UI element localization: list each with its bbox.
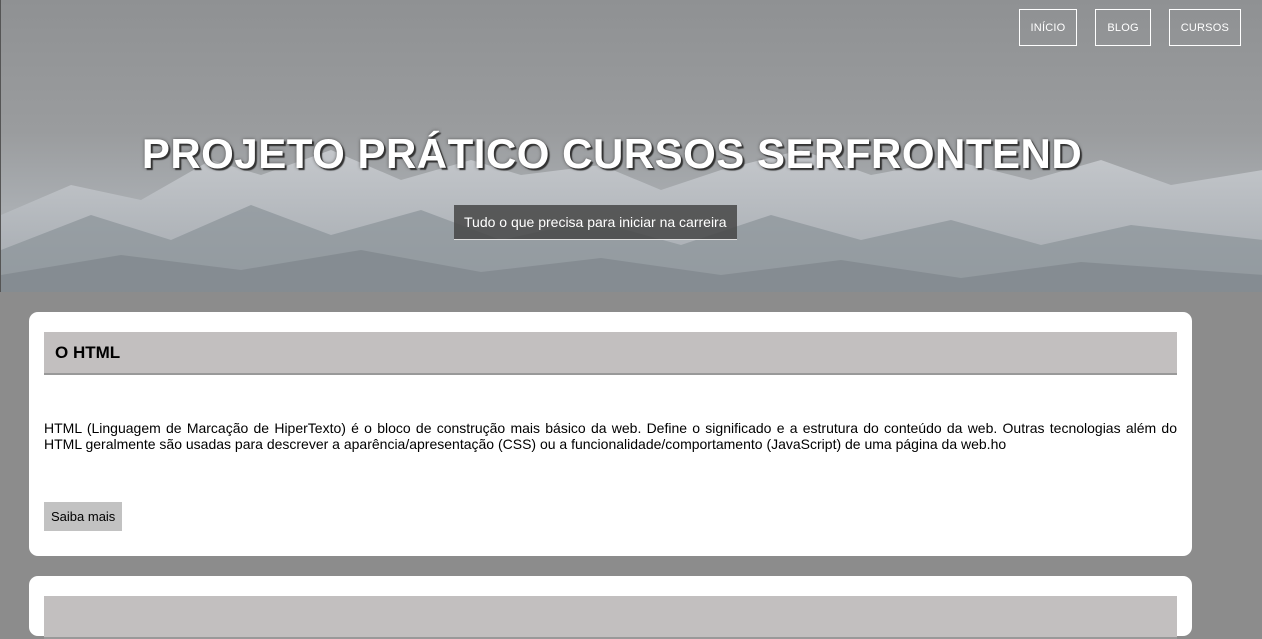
hero-title: PROJETO PRÁTICO CURSOS SERFRONTEND [141, 130, 1083, 177]
card-header: O HTML [44, 332, 1177, 375]
nav-link-cursos[interactable]: CURSOS [1168, 9, 1241, 46]
hero-subtitle: Tudo o que precisa para iniciar na carre… [454, 205, 737, 240]
card-title: O HTML [55, 343, 121, 362]
saiba-mais-button[interactable]: Saiba mais [44, 502, 123, 531]
nav-link-inicio[interactable]: INÍCIO [1018, 9, 1078, 46]
hero-banner: INÍCIO BLOG CURSOS PROJETO PRÁTICO CURSO… [0, 0, 1262, 292]
nav-link-blog[interactable]: BLOG [1095, 9, 1151, 46]
card-next [29, 576, 1192, 639]
card-header [44, 596, 1177, 639]
top-navigation: INÍCIO BLOG CURSOS [1018, 9, 1241, 46]
card-description: HTML (Linguagem de Marcação de HiperText… [44, 420, 1177, 452]
main-content: O HTML HTML (Linguagem de Marcação de Hi… [0, 292, 1262, 639]
card-html: O HTML HTML (Linguagem de Marcação de Hi… [29, 312, 1192, 556]
